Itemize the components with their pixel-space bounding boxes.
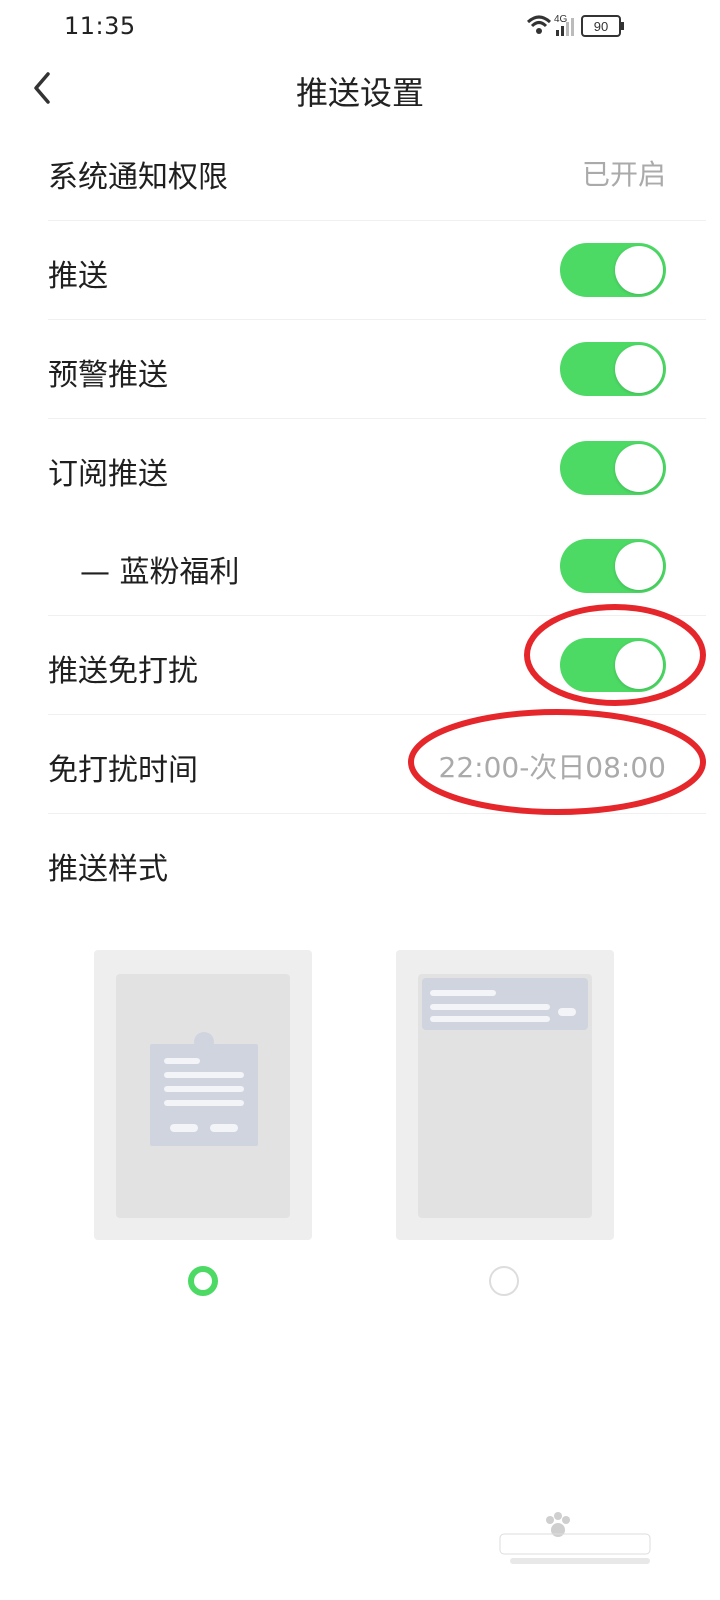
toggle-knob (615, 641, 663, 689)
row-alert-push: 预警推送 (48, 320, 706, 419)
header: 推送设置 (0, 56, 720, 120)
popup-preview-illustration (150, 1032, 258, 1146)
row-blue-fan-welfare: — 蓝粉福利 (48, 517, 706, 616)
toggle-knob (615, 444, 663, 492)
row-value: 已开启 (581, 158, 666, 191)
row-subscription-push: 订阅推送 (48, 419, 706, 517)
push-style-radio-popup[interactable] (188, 1266, 218, 1296)
dnd-time-value: 22:00-次日08:00 (438, 751, 667, 784)
row-label: 免打扰时间 (48, 753, 198, 788)
row-label: 推送样式 (48, 852, 168, 887)
row-system-notification-permission[interactable]: 系统通知权限 已开启 (48, 122, 706, 221)
row-label: — 蓝粉福利 (80, 555, 240, 590)
banner-preview-illustration (422, 978, 588, 1030)
wifi-icon (526, 15, 552, 34)
toggle-knob (615, 246, 663, 294)
row-label: 推送免打扰 (48, 654, 198, 689)
status-icons: 4G 90 (526, 12, 646, 40)
row-label: 系统通知权限 (48, 160, 228, 195)
battery-icon: 90 (581, 15, 624, 37)
toggle-knob (615, 345, 663, 393)
toggle-knob (615, 542, 663, 590)
settings-list: 系统通知权限 已开启 推送 预警推送 订阅推送 — 蓝粉福利 推送免打扰 免打扰… (48, 122, 706, 912)
push-style-card-popup[interactable] (94, 950, 312, 1240)
row-push-style: 推送样式 (48, 814, 706, 912)
blue-fan-welfare-toggle[interactable] (560, 539, 666, 593)
page-title: 推送设置 (295, 74, 424, 112)
row-label: 订阅推送 (48, 457, 168, 492)
banner-preview (418, 974, 592, 1218)
popup-preview (116, 974, 290, 1218)
baidu-jingyan-watermark (499, 1512, 651, 1564)
row-dnd-time[interactable]: 免打扰时间 22:00-次日08:00 (48, 715, 706, 814)
push-toggle[interactable] (560, 243, 666, 297)
status-bar: 11:35 4G 90 (0, 0, 720, 56)
push-style-radio-banner[interactable] (489, 1266, 519, 1296)
dnd-toggle[interactable] (560, 638, 666, 692)
push-style-card-banner[interactable] (396, 950, 614, 1240)
row-label: 推送 (48, 259, 108, 294)
row-push: 推送 (48, 221, 706, 320)
alert-push-toggle[interactable] (560, 342, 666, 396)
network-type-label: 4G (554, 14, 568, 25)
push-style-options (0, 948, 720, 1308)
battery-level: 90 (594, 19, 608, 34)
row-dnd: 推送免打扰 (48, 616, 706, 715)
status-time: 11:35 (64, 12, 136, 40)
subscription-push-toggle[interactable] (560, 441, 666, 495)
row-label: 预警推送 (48, 358, 168, 393)
